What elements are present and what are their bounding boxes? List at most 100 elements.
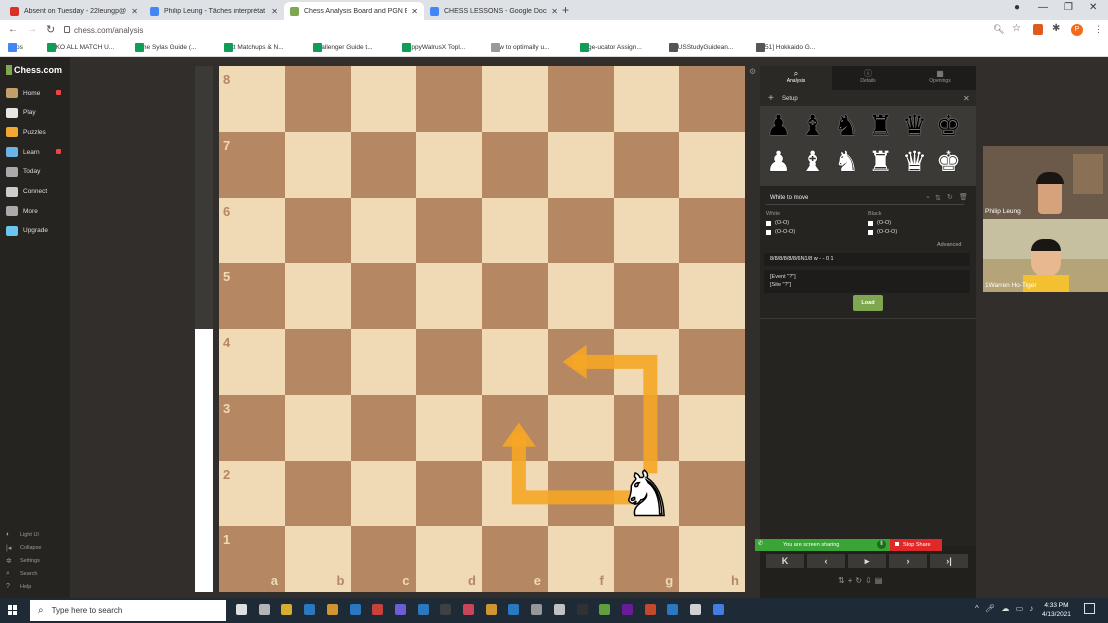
minimize-button[interactable]: —	[1038, 2, 1048, 13]
zoom-icon[interactable]	[712, 604, 724, 615]
pause-icon[interactable]: ‖	[877, 540, 886, 549]
sidebar-item-connect[interactable]: Connect	[6, 186, 64, 197]
app-icon[interactable]	[349, 604, 361, 615]
windows-start-icon[interactable]	[8, 605, 18, 615]
close-tab-icon[interactable]: ✕	[411, 7, 418, 16]
load-button[interactable]: Load	[853, 295, 883, 311]
chess-logo[interactable]: Chess.com	[6, 65, 62, 75]
bookmark-item[interactable]: How to optimally u...	[491, 43, 550, 52]
download-icon[interactable]: ⇩	[865, 576, 875, 585]
black-castle-long[interactable]: (O-O-O)	[868, 229, 897, 235]
white-knight-icon[interactable]: ♞	[834, 146, 859, 178]
bookmark-item[interactable]: SloppyWalrusX Topl...	[402, 43, 465, 52]
sidebar-collapse[interactable]: |◂ Collapse	[6, 544, 41, 552]
white-castle-long[interactable]: (O-O-O)	[766, 229, 795, 235]
sidebar-settings[interactable]: ✲ Settings	[6, 557, 40, 565]
extensions-icon[interactable]: ✱	[1052, 23, 1060, 34]
star-icon[interactable]: ☆	[1012, 23, 1021, 34]
black-castle-short[interactable]: (O-O)	[868, 220, 891, 226]
bookmark-item[interactable]: Rime Sylas Guide (...	[135, 43, 196, 52]
profile-avatar[interactable]: P	[1071, 24, 1083, 36]
brave-icon[interactable]	[1033, 24, 1043, 35]
close-window-button[interactable]: ✕	[1089, 2, 1097, 13]
chrome-alt-icon[interactable]	[690, 604, 701, 615]
mail-icon[interactable]	[304, 604, 316, 615]
browser-tab[interactable]: CHESS LESSONS - Google Docs ✕	[424, 2, 564, 20]
sidebar-item-upgrade[interactable]: Upgrade	[6, 225, 64, 236]
menu-icon[interactable]: ⋮	[1094, 24, 1103, 35]
task-view-icon[interactable]	[258, 604, 270, 615]
tab-openings[interactable]: ▦ Openings	[904, 66, 976, 90]
tab-details[interactable]: ⓘ Details	[832, 66, 904, 90]
browser-tab[interactable]: Absent on Tuesday - 22leungp@ ✕	[4, 2, 144, 20]
white-rook-icon[interactable]: ♜	[868, 146, 893, 178]
file-explorer-icon[interactable]	[281, 604, 293, 615]
sidebar-item-more[interactable]: More	[6, 206, 64, 217]
black-king-icon[interactable]: ♚	[936, 110, 961, 142]
steam-icon[interactable]	[417, 604, 429, 615]
black-knight-icon[interactable]: ♞	[834, 110, 859, 142]
url-field[interactable]: chess.com/analysis	[74, 24, 999, 38]
refresh-icon[interactable]: ↻	[855, 576, 865, 585]
discord-icon[interactable]	[394, 604, 406, 615]
chess-board[interactable]: 8 7 6 5 4 3 2 1 a b c d e f g h ♞	[219, 66, 745, 592]
bookmark-item[interactable]: APUSStudyGuidean...	[669, 43, 733, 52]
bookmark-item[interactable]: Challenger Guide t...	[313, 43, 373, 52]
bookmark-item[interactable]: Sett Matchups & N...	[224, 43, 284, 52]
last-move-button[interactable]: ›|	[930, 554, 968, 568]
black-queen-icon[interactable]: ♛	[902, 110, 927, 142]
app-icon[interactable]	[667, 604, 679, 615]
cortana-icon[interactable]	[236, 604, 247, 615]
fen-input[interactable]: 8/8/8/8/8/8/6N1/8 w - - 0 1	[764, 253, 970, 266]
app-icon[interactable]	[553, 604, 565, 615]
minecraft-icon[interactable]	[599, 604, 611, 615]
play-button[interactable]: ▸	[848, 554, 886, 568]
flip-board-icon[interactable]: ⇅	[935, 194, 941, 202]
league-icon[interactable]	[485, 604, 497, 615]
system-tray[interactable]: ^ 🎤︎ ☁ ▭ ♪	[975, 604, 1035, 613]
close-tab-icon[interactable]: ✕	[271, 7, 278, 16]
reload-icon[interactable]: ↻	[46, 23, 55, 36]
maximize-button[interactable]: ❐	[1064, 2, 1073, 13]
back-icon[interactable]: ←	[8, 24, 18, 35]
sidebar-item-puzzles[interactable]: Puzzles	[6, 127, 64, 138]
vivaldi-icon[interactable]	[463, 604, 474, 615]
sidebar-item-home[interactable]: Home	[6, 88, 64, 98]
forward-icon[interactable]: →	[27, 24, 37, 35]
white-bishop-icon[interactable]: ♝	[800, 146, 825, 178]
trash-icon[interactable]: 🗑︎	[959, 193, 968, 201]
stop-share-button[interactable]: Stop Share	[890, 539, 942, 551]
close-setup-icon[interactable]: ✕	[963, 94, 970, 103]
notifications-icon[interactable]	[1084, 603, 1095, 614]
browser-tab[interactable]: Chess Analysis Board and PGN E ✕	[284, 2, 424, 20]
onenote-icon[interactable]	[621, 604, 633, 615]
sidebar-item-learn[interactable]: Learn	[6, 147, 64, 158]
board-settings-icon[interactable]: ⚙	[749, 67, 756, 76]
tab-analysis[interactable]: ⌕ Analysis	[760, 66, 832, 90]
chrome-icon[interactable]	[372, 604, 384, 615]
white-pawn-icon[interactable]: ♟	[766, 146, 791, 178]
record-icon[interactable]: ●	[1014, 2, 1020, 13]
sidebar-item-today[interactable]: Today	[6, 166, 64, 177]
sidebar-light-ui[interactable]: ◐ Light UI	[6, 531, 39, 538]
advanced-toggle[interactable]: Advanced	[937, 242, 961, 248]
clock[interactable]: 4:33 PM 4/13/2021	[1042, 601, 1071, 619]
zoom-bolt-icon[interactable]	[326, 604, 338, 615]
save-icon[interactable]: ▤	[875, 576, 886, 585]
black-bishop-icon[interactable]: ♝	[800, 110, 825, 142]
app-icon[interactable]	[508, 604, 520, 615]
sidebar-help[interactable]: ? Help	[6, 583, 31, 590]
close-tab-icon[interactable]: ✕	[551, 7, 558, 16]
bookmark-item[interactable]: Edge-ucator Assign...	[580, 43, 642, 52]
black-pawn-icon[interactable]: ♟	[766, 110, 791, 142]
sidebar-item-play[interactable]: Play	[6, 107, 64, 118]
bookmark-item[interactable]: [#051] Hokkaido G...	[756, 43, 815, 52]
close-tab-icon[interactable]: ✕	[131, 7, 138, 16]
previous-move-button[interactable]: ‹	[807, 554, 845, 568]
obs-icon[interactable]	[440, 604, 452, 615]
reset-icon[interactable]: ↻	[947, 193, 953, 201]
white-king-icon[interactable]: ♚	[936, 146, 961, 178]
browser-tab[interactable]: Philip Leung - Tâches interprétat ✕	[144, 2, 284, 20]
white-knight-piece[interactable]: ♞	[618, 457, 675, 532]
white-queen-icon[interactable]: ♛	[902, 146, 927, 178]
